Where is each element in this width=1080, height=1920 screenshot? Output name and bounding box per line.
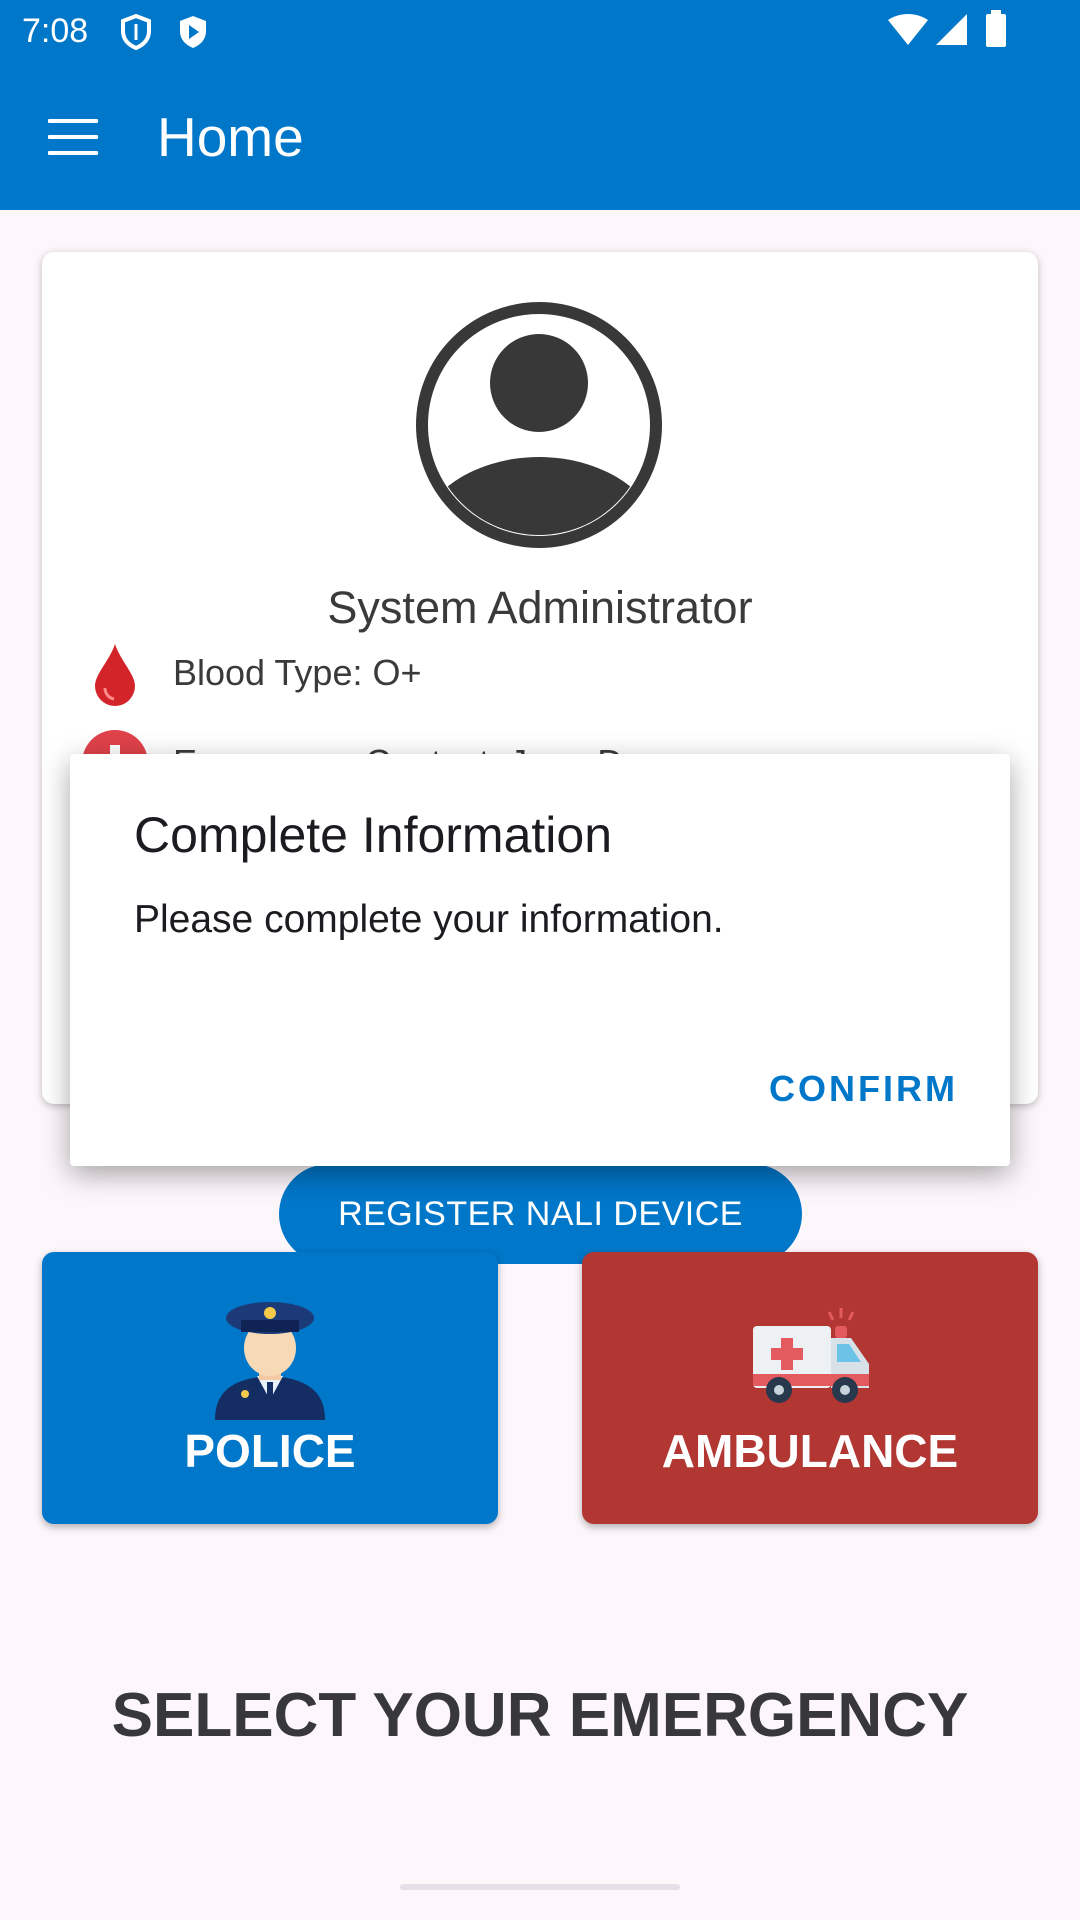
blood-type: Blood Type: O+: [173, 652, 422, 693]
complete-information-dialog: Complete Information Please complete you…: [70, 754, 1010, 1166]
ambulance-icon: [753, 1308, 869, 1403]
home-indicator[interactable]: [400, 1884, 680, 1890]
police-button[interactable]: POLICE: [42, 1252, 498, 1524]
confirm-button[interactable]: CONFIRM: [769, 1068, 958, 1110]
register-nali-device-button[interactable]: REGISTER NALI DEVICE: [279, 1164, 802, 1264]
cell-signal-icon: [936, 14, 967, 45]
police-label: POLICE: [184, 1425, 356, 1477]
dialog-message: Please complete your information.: [134, 898, 724, 941]
avatar-icon: [416, 302, 662, 548]
shield-outline-icon: [121, 14, 151, 50]
shield-play-icon: [180, 16, 206, 48]
app-bar: Home: [0, 63, 1080, 210]
hamburger-menu-icon[interactable]: [48, 119, 98, 155]
wifi-icon: [888, 14, 928, 45]
blood-drop-icon: [95, 644, 135, 706]
ambulance-label: AMBULANCE: [661, 1425, 959, 1477]
select-emergency-heading: SELECT YOUR EMERGENCY: [111, 1681, 969, 1750]
police-officer-icon: [215, 1302, 325, 1420]
status-time: 7:08: [22, 12, 89, 50]
battery-icon: [986, 10, 1006, 47]
status-bar: 7:08: [0, 0, 1080, 63]
page-title: Home: [157, 106, 304, 168]
user-name: System Administrator: [327, 582, 753, 633]
ambulance-button[interactable]: AMBULANCE: [582, 1252, 1038, 1524]
dialog-title: Complete Information: [134, 807, 613, 863]
